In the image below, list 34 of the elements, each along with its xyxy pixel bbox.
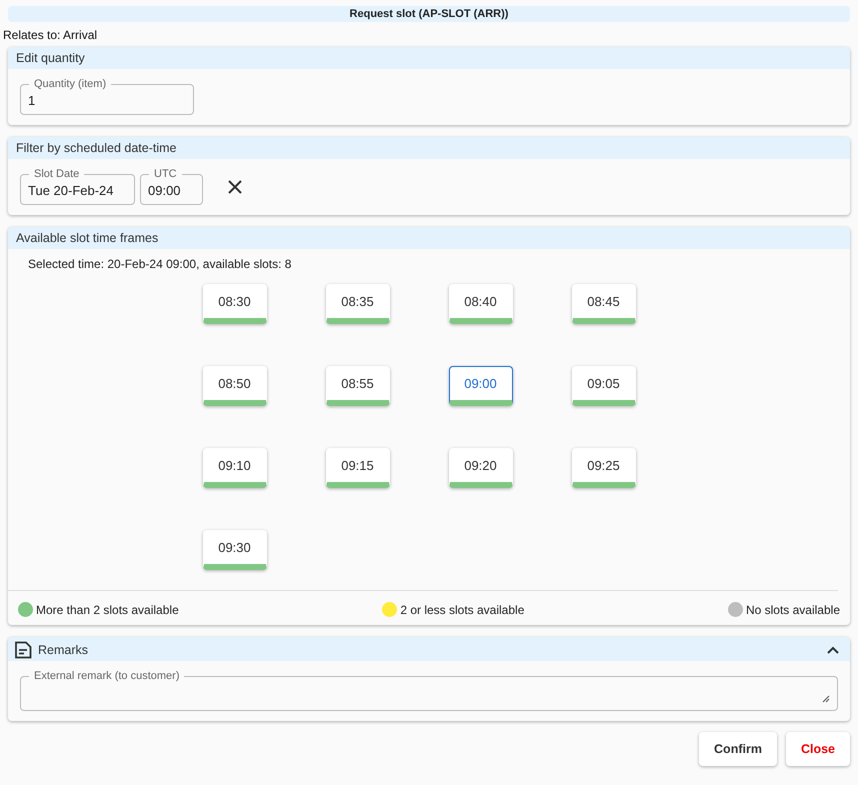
time-slot-button[interactable]: 09:20 [448,448,512,488]
chevron-icon[interactable] [827,646,839,654]
resize-handle-icon[interactable] [822,695,830,703]
window-title: Request slot (AP-SLOT (ARR)) [350,8,508,20]
document-icon [14,640,32,658]
time-slot-button[interactable]: 08:40 [448,284,512,324]
time-slot-button[interactable]: 08:55 [326,366,390,406]
confirm-button[interactable]: Confirm [699,732,777,766]
time-slot-button[interactable]: 08:35 [326,284,390,324]
quantity-field[interactable]: Quantity (item) 1 [20,78,194,115]
time-field[interactable]: UTC 09:00 [140,168,203,205]
selected-time-text: Selected time: 20-Feb-24 09:00, available slots: 8 [28,257,292,271]
time-slot-button[interactable]: 08:30 [202,284,266,324]
section-header[interactable]: Remarks [8,637,850,661]
time-slot-button[interactable]: 09:00 [448,366,512,406]
relates-to-text: Relates to: Arrival [3,28,98,42]
time-slot-button[interactable]: 09:10 [202,448,266,488]
legend-label: No slots available [746,602,840,616]
time-slot-button[interactable]: 09:30 [202,530,266,570]
time-slot-button[interactable]: 09:05 [572,366,636,406]
time-slot-button[interactable]: 09:15 [326,448,390,488]
time-slot-button[interactable]: 08:50 [202,366,266,406]
close-button[interactable]: Close [786,732,850,766]
time-slot-button[interactable]: 08:45 [572,284,636,324]
section-title: Filter by scheduled date-time [16,141,176,155]
date-field[interactable]: Slot Date Tue 20-Feb-24 [20,168,135,205]
section-title: Remarks [38,642,90,656]
close-icon[interactable] [228,180,242,194]
section-title: Available slot time frames [16,231,158,245]
remark-field[interactable]: External remark (to customer) [20,670,838,711]
legend-label: 2 or less slots available [400,602,524,616]
time-slot-button[interactable]: 09:25 [572,448,636,488]
legend-label: More than 2 slots available [36,602,179,616]
section-title: Edit quantity [16,51,85,65]
